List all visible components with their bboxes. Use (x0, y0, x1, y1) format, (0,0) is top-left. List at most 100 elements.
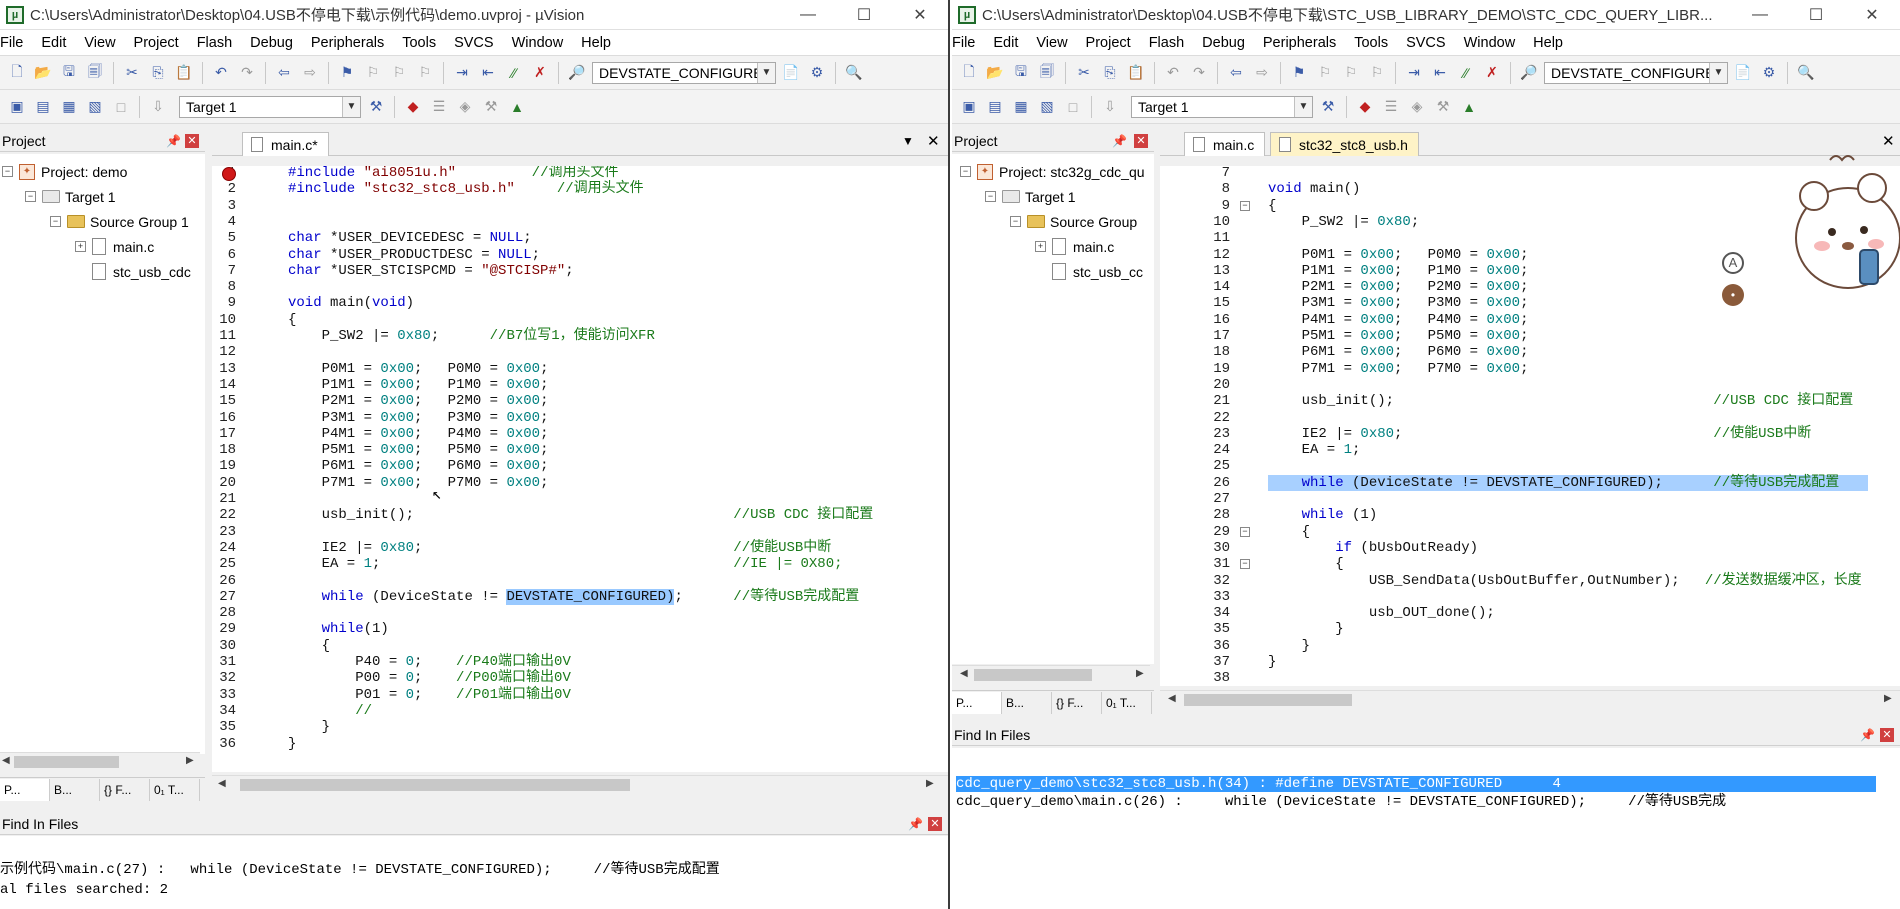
menu-item-help[interactable]: Help (581, 35, 621, 51)
find-result-line[interactable]: 示例代码\main.c(27) : while (DeviceState != … (0, 862, 720, 878)
comment-icon[interactable]: ∕∕ (503, 62, 525, 84)
cut-icon[interactable]: ✂ (121, 62, 143, 84)
incremental-find-icon[interactable]: 📄 (1732, 62, 1754, 84)
indent-icon[interactable]: ⇥ (451, 62, 473, 84)
collapse-icon[interactable]: − (1010, 216, 1021, 227)
code-line[interactable]: 38 (1160, 670, 1900, 686)
close-panel-icon[interactable]: ✕ (185, 134, 199, 148)
tab-books[interactable]: B... (50, 778, 100, 801)
manage-components-icon[interactable]: ◆ (1354, 96, 1376, 118)
scroll-left-icon[interactable]: ◀ (960, 668, 968, 679)
code-line[interactable]: 34 // (212, 703, 948, 719)
menu-item-tools[interactable]: Tools (402, 35, 446, 51)
debug-settings-icon[interactable]: ⚙ (1758, 62, 1780, 84)
close-tab-icon[interactable]: ✕ (1882, 132, 1895, 150)
find-combo[interactable]: DEVSTATE_CONFIGURED ▼ (592, 61, 776, 84)
menu-item-view[interactable]: View (84, 35, 125, 51)
copy-icon[interactable]: ⎘ (147, 62, 169, 84)
bookmark-icon[interactable]: ⚑ (336, 62, 358, 84)
editor-scrollbar[interactable]: ◀ ▶ (212, 775, 948, 793)
fold-toggle-icon[interactable]: − (1240, 526, 1250, 537)
next-bookmark-icon[interactable]: ⚐ (1340, 62, 1362, 84)
editor-scrollbar[interactable]: ◀ ▶ (1160, 690, 1900, 708)
code-line[interactable]: 19 P6M1 = 0x00; P6M0 = 0x00; (212, 458, 948, 474)
find-result-line[interactable]: cdc_query_demo\main.c(26) : while (Devic… (956, 794, 1726, 810)
code-line[interactable]: 2 #include "stc32_stc8_usb.h" //调用头文件 (212, 181, 948, 197)
code-line[interactable]: 32 USB_SendData(UsbOutBuffer,OutNumber);… (1160, 573, 1900, 589)
code-line[interactable]: 15 P2M1 = 0x00; P2M0 = 0x00; (212, 393, 948, 409)
menu-item-debug[interactable]: Debug (250, 35, 303, 51)
comment-icon[interactable]: ∕∕ (1455, 62, 1477, 84)
tree-target[interactable]: − Target 1 (25, 184, 116, 209)
code-line[interactable]: 4 (212, 214, 948, 230)
redo-icon[interactable]: ↷ (1188, 62, 1210, 84)
code-line[interactable]: 25 EA = 1; //IE |= 0X80; (212, 556, 948, 572)
open-folder-icon[interactable]: 📂 (32, 62, 54, 84)
code-line[interactable]: 28 (212, 605, 948, 621)
close-panel-icon[interactable]: ✕ (928, 817, 942, 831)
chevron-down-icon[interactable]: ▼ (757, 62, 775, 83)
tab-templates[interactable]: 0₁ T... (1102, 691, 1152, 714)
code-line[interactable]: 8 (212, 279, 948, 295)
build-icon[interactable]: ▤ (32, 96, 54, 118)
close-button[interactable]: ✕ (1844, 0, 1900, 30)
save-icon[interactable]: 🖫 (1010, 62, 1032, 84)
menu-item-debug[interactable]: Debug (1202, 35, 1255, 51)
unindent-icon[interactable]: ⇤ (477, 62, 499, 84)
menu-item-file[interactable]: File (0, 35, 33, 51)
menu-item-svcs[interactable]: SVCS (454, 35, 504, 51)
code-line[interactable]: 29 { (1160, 524, 1900, 540)
tree-source-group[interactable]: − Source Group (1010, 209, 1137, 234)
pin-icon[interactable]: 📌 (166, 134, 181, 148)
build-target-select[interactable]: Target 1 ▼ (1131, 95, 1313, 118)
code-line[interactable]: 32 P00 = 0; //P00端口输出0V (212, 670, 948, 686)
code-line[interactable]: 20 (1160, 377, 1900, 393)
tab-books[interactable]: B... (1002, 691, 1052, 714)
minimize-button[interactable]: ― (1732, 0, 1788, 30)
chevron-down-icon[interactable]: ▼ (1709, 62, 1727, 83)
expand-icon[interactable]: + (75, 241, 86, 252)
find-in-files-icon[interactable]: 🔎 (566, 62, 588, 84)
tab-main-c[interactable]: main.c* (242, 132, 329, 156)
clear-bookmarks-icon[interactable]: ⚐ (1366, 62, 1388, 84)
download-icon[interactable]: ⇩ (147, 96, 169, 118)
expand-icon[interactable]: + (1035, 241, 1046, 252)
code-line[interactable]: 17 P5M1 = 0x00; P5M0 = 0x00; (1160, 328, 1900, 344)
collapse-icon[interactable]: − (25, 191, 36, 202)
prev-bookmark-icon[interactable]: ⚐ (362, 62, 384, 84)
code-line[interactable]: 37} (1160, 654, 1900, 670)
chevron-down-icon[interactable]: ▼ (1294, 96, 1312, 117)
unindent-icon[interactable]: ⇤ (1429, 62, 1451, 84)
code-line[interactable]: 21 usb_init(); //USB CDC 接口配置 (1160, 393, 1900, 409)
scroll-thumb[interactable] (1184, 694, 1352, 706)
collapse-icon[interactable]: − (985, 191, 996, 202)
prev-bookmark-icon[interactable]: ⚐ (1314, 62, 1336, 84)
cut-icon[interactable]: ✂ (1073, 62, 1095, 84)
pack-installer-icon[interactable]: ◈ (454, 96, 476, 118)
code-line[interactable]: 24 EA = 1; (1160, 442, 1900, 458)
open-folder-icon[interactable]: 📂 (984, 62, 1006, 84)
code-line[interactable]: 34 usb_OUT_done(); (1160, 605, 1900, 621)
code-line[interactable]: 33 (1160, 589, 1900, 605)
code-line[interactable]: 18 P6M1 = 0x00; P6M0 = 0x00; (1160, 344, 1900, 360)
batch-build-icon[interactable]: ▧ (84, 96, 106, 118)
close-tab-icon[interactable]: ✕ (927, 132, 940, 150)
code-line[interactable]: 35 } (212, 719, 948, 735)
scroll-right-icon[interactable]: ▶ (926, 778, 934, 789)
code-line[interactable]: 31 { (1160, 556, 1900, 572)
scroll-thumb[interactable] (14, 756, 119, 768)
new-file-icon[interactable]: 🗋 (958, 62, 980, 84)
code-line[interactable]: 26 (212, 573, 948, 589)
code-line[interactable]: 29 while(1) (212, 621, 948, 637)
stop-build-icon[interactable]: □ (1062, 96, 1084, 118)
scroll-thumb[interactable] (240, 779, 630, 791)
code-line[interactable]: 10 { (212, 312, 948, 328)
incremental-find-icon[interactable]: 📄 (780, 62, 802, 84)
minimize-button[interactable]: ― (780, 0, 836, 30)
code-line[interactable]: 36 } (1160, 638, 1900, 654)
code-line[interactable]: 27 while (DeviceState != DEVSTATE_CONFIG… (212, 588, 948, 605)
menu-item-peripherals[interactable]: Peripherals (311, 35, 394, 51)
file-extensions-icon[interactable]: ☰ (1380, 96, 1402, 118)
undo-icon[interactable]: ↶ (1162, 62, 1184, 84)
code-line[interactable]: 14 P1M1 = 0x00; P1M0 = 0x00; (212, 377, 948, 393)
